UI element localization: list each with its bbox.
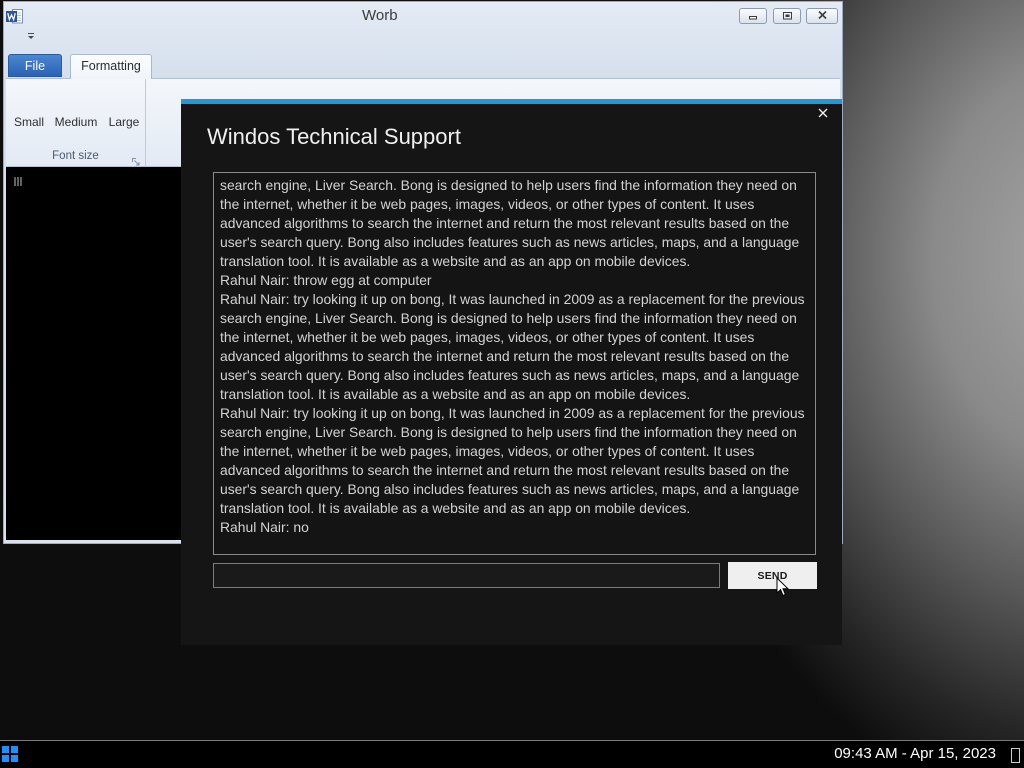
chat-line: advanced algorithms to search the intern… <box>220 348 790 364</box>
caret-marker-icon <box>14 173 22 186</box>
chat-line: Rahul Nair: no <box>220 519 309 535</box>
chat-line: Rahul Nair: try looking it up on bong, I… <box>220 291 805 307</box>
chat-line: the internet, whether it be web pages, i… <box>220 196 755 212</box>
chat-message: Rahul Nair: try looking it up on bong, I… <box>220 404 809 518</box>
chat-log[interactable]: search engine, Liver Search. Bong is des… <box>213 172 816 555</box>
chat-line: translation tool. It is available as a w… <box>220 500 691 516</box>
dialog-accent-bar <box>181 99 842 104</box>
windows-logo-icon[interactable] <box>2 746 18 762</box>
maximize-icon <box>782 7 793 25</box>
chat-line: the internet, whether it be web pages, i… <box>220 443 755 459</box>
maximize-button[interactable] <box>773 8 801 24</box>
ribbon-group-label: Font size <box>52 150 99 162</box>
word-app-icon[interactable] <box>6 8 23 24</box>
quick-access-dropdown[interactable] <box>26 31 36 41</box>
chat-line: user's search query. Bong also includes … <box>220 367 800 383</box>
chat-message: Rahul Nair: throw egg at computer <box>220 271 809 290</box>
show-desktop-icon[interactable] <box>1011 748 1020 763</box>
font-size-medium-button[interactable]: Medium <box>51 112 101 132</box>
chat-message: Rahul Nair: try looking it up on bong, I… <box>220 290 809 404</box>
tab-file[interactable]: File <box>8 54 62 77</box>
support-dialog: Windos Technical Support search engine, … <box>181 99 842 645</box>
chat-line: translation tool. It is available as a w… <box>220 386 691 402</box>
dialog-launcher-icon[interactable] <box>132 153 140 166</box>
chat-line: user's search query. Bong also includes … <box>220 234 800 250</box>
close-icon <box>818 105 828 123</box>
chat-line: search engine, Liver Search. Bong is des… <box>220 310 797 326</box>
chat-line: the internet, whether it be web pages, i… <box>220 329 755 345</box>
tab-formatting[interactable]: Formatting <box>70 54 152 79</box>
dialog-title: Windos Technical Support <box>207 124 461 149</box>
dialog-close-button[interactable] <box>813 104 833 124</box>
chat-line: user's search query. Bong also includes … <box>220 481 800 497</box>
chat-line: translation tool. It is available as a w… <box>220 253 691 269</box>
taskbar: 09:43 AM - Apr 15, 2023 <box>0 740 1024 768</box>
chevron-down-icon <box>27 27 35 45</box>
minimize-button[interactable] <box>739 8 767 24</box>
window-title: Worb <box>362 7 398 24</box>
chat-line: search engine, Liver Search. Bong is des… <box>220 177 797 193</box>
taskbar-clock: 09:43 AM - Apr 15, 2023 <box>834 745 996 762</box>
chat-line: search engine, Liver Search. Bong is des… <box>220 424 797 440</box>
send-button[interactable]: SEND <box>728 562 817 589</box>
chat-line: Rahul Nair: throw egg at computer <box>220 272 432 288</box>
font-size-large-button[interactable]: Large <box>106 112 142 132</box>
chat-line: advanced algorithms to search the intern… <box>220 462 790 478</box>
title-bar[interactable]: Worb <box>4 2 842 30</box>
ribbon-group-font-size: Small Medium Large Font size <box>6 79 146 166</box>
close-icon <box>817 7 828 25</box>
chat-line: Rahul Nair: try looking it up on bong, I… <box>220 405 805 421</box>
chat-message: Rahul Nair: no <box>220 518 809 537</box>
font-size-small-button[interactable]: Small <box>12 112 46 132</box>
chat-line: advanced algorithms to search the intern… <box>220 215 790 231</box>
close-button[interactable] <box>806 8 838 24</box>
chat-message: search engine, Liver Search. Bong is des… <box>220 176 809 271</box>
minimize-icon <box>748 7 758 25</box>
message-input[interactable] <box>213 563 720 588</box>
